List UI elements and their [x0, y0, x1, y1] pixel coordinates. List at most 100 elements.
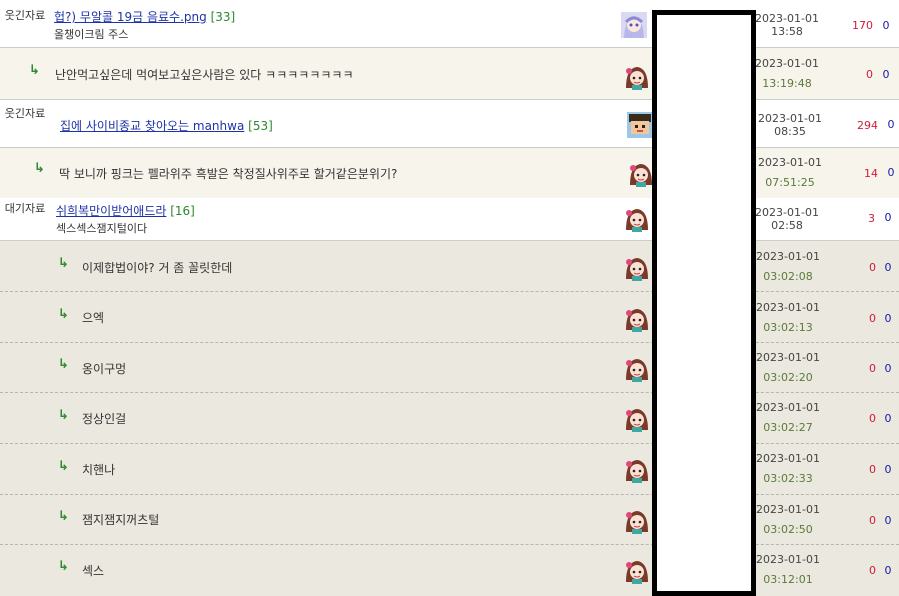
post-date: 2023-01-01 [755, 206, 819, 219]
view-count: 0 [869, 514, 876, 527]
reply-text[interactable]: 잼지잼지꺼츠털 [82, 511, 159, 528]
vote-count: 0 [884, 412, 892, 425]
reply-date: 2023-01-01 [755, 57, 819, 70]
post-time: 13:58 [771, 25, 803, 38]
girl-avatar-icon[interactable] [624, 206, 650, 232]
reply-date: 2023-01-01 [758, 156, 822, 169]
post-title-link[interactable]: 쉬희복만이받어애드라 [56, 204, 166, 218]
reply-arrow-icon: ↳ [58, 256, 69, 271]
post-title-link[interactable]: 집에 사이비종교 찾아오는 manhwa [60, 119, 244, 133]
post-category: 웃긴자료 [4, 9, 46, 22]
reply-arrow-icon: ↳ [58, 357, 69, 372]
reply-arrow-icon: ↳ [58, 307, 69, 322]
vote-count: 0 [884, 312, 892, 325]
reply-arrow-icon: ↳ [29, 63, 40, 78]
post-time: 08:35 [774, 125, 806, 138]
reply-row: ↳ 옹이구멍 2023-01-01 03:02:20 0 0 [0, 343, 899, 393]
reply-row: ↳ 잼지잼지꺼츠털 2023-01-01 03:02:50 0 0 [0, 495, 899, 545]
reply-row: ↳ 정상인걸 2023-01-01 03:02:27 0 0 [0, 393, 899, 444]
girl-avatar-icon[interactable] [624, 356, 650, 382]
girl-avatar-icon[interactable] [624, 457, 650, 483]
view-count: 0 [869, 312, 876, 325]
reply-text[interactable]: 치핸나 [82, 461, 115, 478]
vote-count: 0 [887, 166, 895, 179]
reply-date: 2023-01-01 [756, 503, 820, 516]
post-title-link[interactable]: 헙?) 무알콜 19금 음료수.png [54, 10, 207, 24]
post-date: 2023-01-01 [758, 112, 822, 125]
vote-count: 0 [884, 211, 892, 224]
reply-text[interactable]: 난안먹고싶은데 먹여보고싶은사람은 있다 ㅋㅋㅋㅋㅋㅋㅋㅋ [55, 66, 354, 83]
vote-count: 0 [882, 19, 890, 32]
reply-text[interactable]: 섹스 [82, 562, 104, 579]
reply-text[interactable]: 정상인걸 [82, 410, 126, 427]
reply-date: 2023-01-01 [756, 452, 820, 465]
post-category: 대기자료 [4, 202, 46, 215]
reply-time: 03:02:27 [763, 421, 813, 434]
reply-row: ↳ 으엑 2023-01-01 03:02:13 0 0 [0, 292, 899, 343]
reply-text[interactable]: 옹이구멍 [82, 360, 126, 377]
reply-text[interactable]: 으엑 [82, 309, 104, 326]
comment-count[interactable]: [16] [170, 204, 195, 218]
girl-avatar-icon[interactable] [624, 64, 650, 90]
reply-arrow-icon: ↳ [58, 459, 69, 474]
reply-arrow-icon: ↳ [34, 161, 45, 176]
post-subtitle: 올챙이크림 주스 [54, 28, 129, 41]
reply-time: 07:51:25 [765, 176, 815, 189]
reply-text[interactable]: 이제합법이야? 거 좀 꼴릿한데 [82, 259, 232, 276]
reply-time: 03:02:08 [763, 270, 813, 283]
girl-avatar-icon[interactable] [624, 558, 650, 584]
view-count: 0 [866, 68, 873, 81]
reply-row: ↳ 치핸나 2023-01-01 03:02:33 0 0 [0, 444, 899, 495]
comment-count[interactable]: [33] [211, 10, 236, 24]
girl-avatar-icon[interactable] [624, 406, 650, 432]
reply-arrow-icon: ↳ [58, 408, 69, 423]
reply-time: 03:02:20 [763, 371, 813, 384]
view-count: 0 [869, 463, 876, 476]
view-count: 170 [852, 19, 873, 32]
girl-avatar-icon[interactable] [624, 255, 650, 281]
vote-count: 0 [884, 463, 892, 476]
post-list: 웃긴자료 헙?) 무알콜 19금 음료수.png [33] 올챙이크림 주스 2… [0, 0, 899, 596]
post-subtitle: 섹스섹스잼지털이다 [56, 222, 148, 235]
vote-count: 0 [884, 514, 892, 527]
reply-row: ↳ 이제합법이야? 거 좀 꼴릿한데 2023-01-01 03:02:08 0 … [0, 241, 899, 292]
view-count: 0 [869, 362, 876, 375]
view-count: 14 [864, 167, 878, 180]
reply-row: ↳ 난안먹고싶은데 먹여보고싶은사람은 있다 ㅋㅋㅋㅋㅋㅋㅋㅋ 2023-01-… [0, 48, 899, 100]
reply-date: 2023-01-01 [756, 250, 820, 263]
comment-count[interactable]: [53] [248, 119, 273, 133]
reply-time: 03:12:01 [763, 573, 813, 586]
view-count: 0 [869, 261, 876, 274]
girl-avatar-icon[interactable] [628, 161, 654, 187]
reply-date: 2023-01-01 [756, 401, 820, 414]
reply-time: 03:02:13 [763, 321, 813, 334]
reply-arrow-icon: ↳ [58, 509, 69, 524]
vote-count: 0 [887, 118, 895, 131]
view-count: 294 [857, 119, 878, 132]
view-count: 0 [869, 564, 876, 577]
post-time: 02:58 [771, 219, 803, 232]
reply-time: 13:19:48 [762, 77, 812, 90]
reply-time: 03:02:50 [763, 523, 813, 536]
post-category: 웃긴자료 [4, 107, 46, 120]
post-row: 웃긴자료 헙?) 무알콜 19금 음료수.png [33] 올챙이크림 주스 2… [0, 0, 899, 48]
reply-date: 2023-01-01 [756, 351, 820, 364]
reply-time: 03:02:33 [763, 472, 813, 485]
redaction-box [652, 10, 756, 596]
vote-count: 0 [884, 362, 892, 375]
post-row: 대기자료 쉬희복만이받어애드라 [16] 섹스섹스잼지털이다 2023-01-0… [0, 198, 899, 241]
reply-row: ↳ 딱 보니까 핑크는 펠라위주 흑발은 착정질사위주로 할거같은분위기? 20… [0, 148, 899, 198]
view-count: 0 [869, 412, 876, 425]
pixel-avatar-icon[interactable] [627, 112, 653, 138]
anime-avatar-icon[interactable] [621, 12, 647, 38]
vote-count: 0 [882, 68, 890, 81]
reply-text[interactable]: 딱 보니까 핑크는 펠라위주 흑발은 착정질사위주로 할거같은분위기? [59, 165, 397, 182]
reply-date: 2023-01-01 [756, 301, 820, 314]
girl-avatar-icon[interactable] [624, 508, 650, 534]
vote-count: 0 [884, 261, 892, 274]
reply-date: 2023-01-01 [756, 553, 820, 566]
reply-row: ↳ 섹스 2023-01-01 03:12:01 0 0 [0, 545, 899, 596]
girl-avatar-icon[interactable] [624, 306, 650, 332]
reply-arrow-icon: ↳ [58, 559, 69, 574]
post-date: 2023-01-01 [755, 12, 819, 25]
